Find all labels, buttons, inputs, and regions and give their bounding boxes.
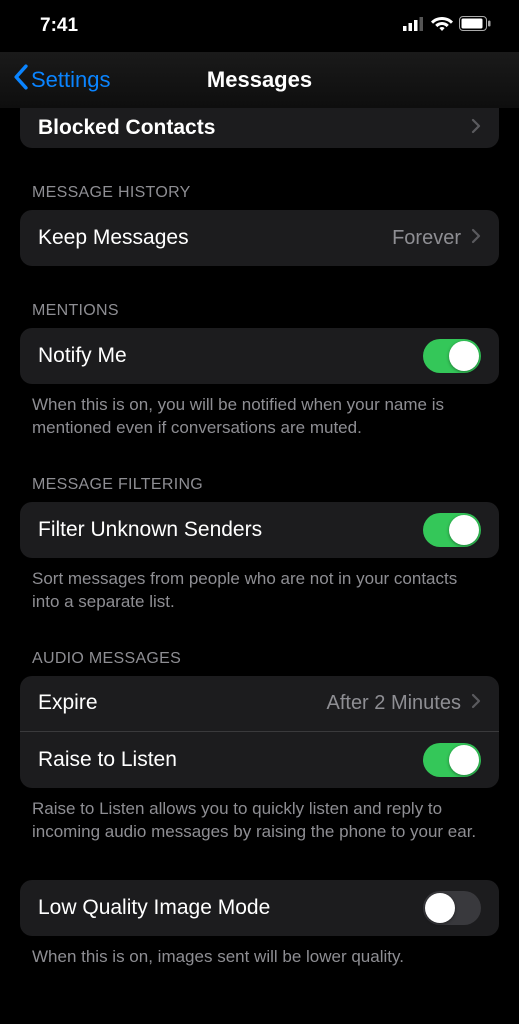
chevron-right-icon [471, 226, 481, 250]
row-raise-to-listen[interactable]: Raise to Listen [20, 732, 499, 788]
section-message-history: MESSAGE HISTORY Keep Messages Forever [0, 184, 519, 266]
toggle-low-quality[interactable] [423, 891, 481, 925]
group-audio-messages: Expire After 2 Minutes Raise to Listen [20, 676, 499, 788]
row-expire[interactable]: Expire After 2 Minutes [20, 676, 499, 732]
chevron-right-icon [471, 116, 481, 140]
row-label: Expire [38, 691, 326, 715]
row-label: Blocked Contacts [38, 116, 471, 140]
section-message-filtering: MESSAGE FILTERING Filter Unknown Senders… [0, 476, 519, 614]
chevron-left-icon [12, 64, 29, 96]
section-footer: When this is on, you will be notified wh… [0, 384, 519, 440]
status-bar: 7:41 [0, 0, 519, 52]
group-message-filtering: Filter Unknown Senders [20, 502, 499, 558]
toggle-filter-unknown[interactable] [423, 513, 481, 547]
row-value: After 2 Minutes [326, 692, 461, 715]
chevron-right-icon [471, 691, 481, 715]
toggle-notify-me[interactable] [423, 339, 481, 373]
section-low-quality: Low Quality Image Mode When this is on, … [0, 880, 519, 969]
section-mentions: MENTIONS Notify Me When this is on, you … [0, 302, 519, 440]
section-header: MESSAGE FILTERING [0, 476, 519, 502]
nav-bar: Settings Messages [0, 52, 519, 108]
row-label: Low Quality Image Mode [38, 896, 423, 920]
section-header: AUDIO MESSAGES [0, 650, 519, 676]
row-blocked-contacts[interactable]: Blocked Contacts [20, 108, 499, 148]
settings-content: Blocked Contacts MESSAGE HISTORY Keep Me… [0, 108, 519, 1009]
row-label: Notify Me [38, 344, 423, 368]
row-keep-messages[interactable]: Keep Messages Forever [20, 210, 499, 266]
battery-icon [459, 15, 491, 37]
section-header: MENTIONS [0, 302, 519, 328]
row-value: Forever [392, 227, 461, 250]
status-icons [403, 15, 491, 37]
row-label: Keep Messages [38, 226, 392, 250]
row-filter-unknown-senders[interactable]: Filter Unknown Senders [20, 502, 499, 558]
cellular-icon [403, 15, 425, 37]
section-footer: Sort messages from people who are not in… [0, 558, 519, 614]
section-footer: Raise to Listen allows you to quickly li… [0, 788, 519, 844]
section-audio-messages: AUDIO MESSAGES Expire After 2 Minutes Ra… [0, 650, 519, 844]
section-header: MESSAGE HISTORY [0, 184, 519, 210]
row-low-quality-image-mode[interactable]: Low Quality Image Mode [20, 880, 499, 936]
back-button[interactable]: Settings [12, 64, 111, 96]
row-label: Raise to Listen [38, 748, 423, 772]
group-message-history: Keep Messages Forever [20, 210, 499, 266]
toggle-raise-to-listen[interactable] [423, 743, 481, 777]
status-time: 7:41 [40, 15, 78, 37]
row-notify-me[interactable]: Notify Me [20, 328, 499, 384]
group-low-quality: Low Quality Image Mode [20, 880, 499, 936]
back-label: Settings [31, 67, 111, 93]
section-footer: When this is on, images sent will be low… [0, 936, 519, 969]
wifi-icon [431, 15, 453, 37]
group-top: Blocked Contacts [20, 108, 499, 148]
row-label: Filter Unknown Senders [38, 518, 423, 542]
group-mentions: Notify Me [20, 328, 499, 384]
